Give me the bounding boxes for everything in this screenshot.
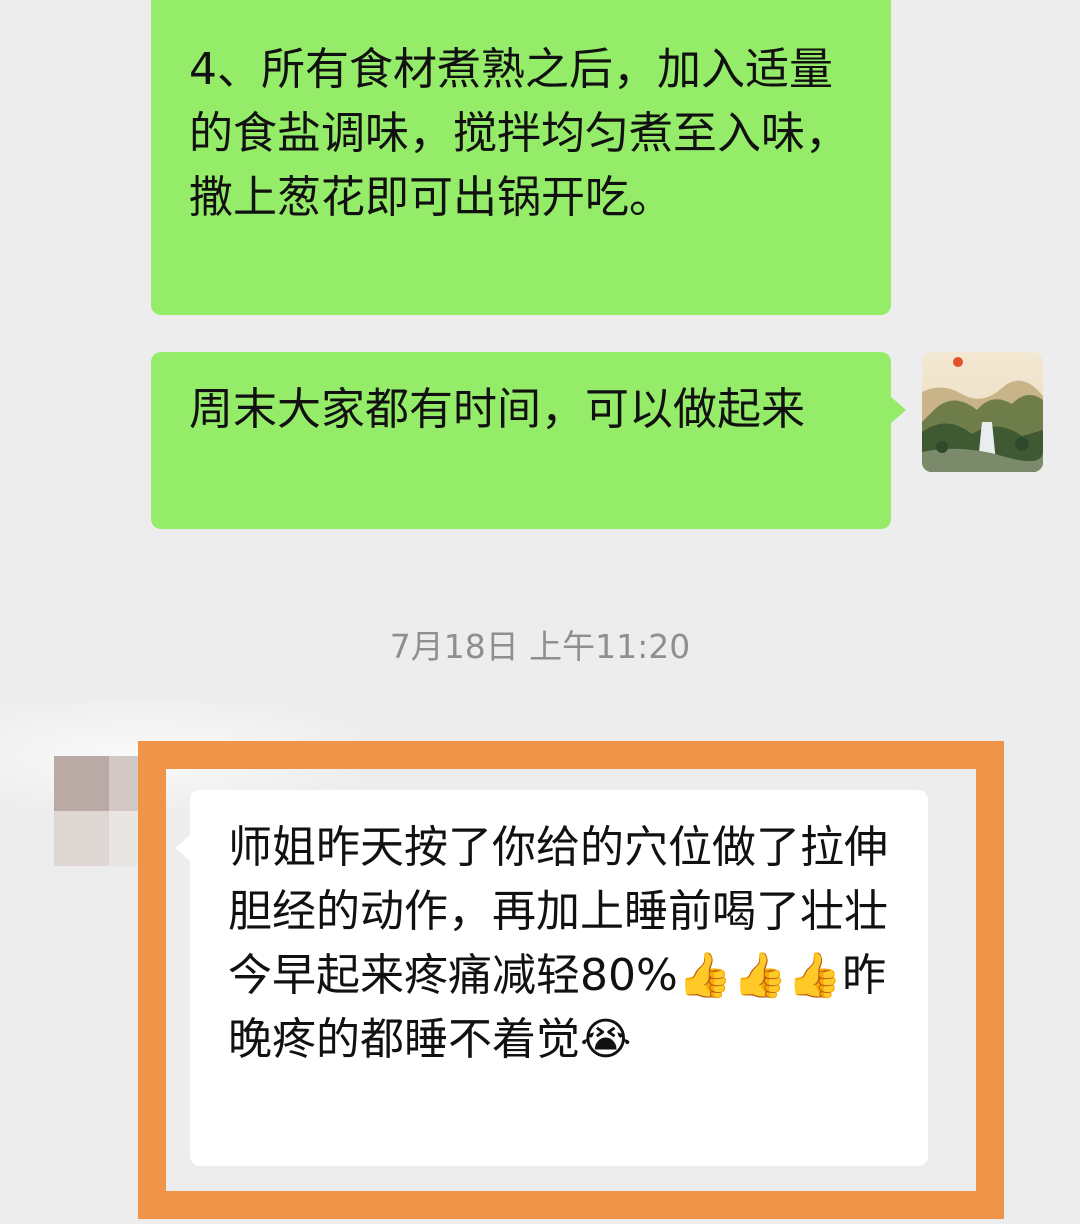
bubble-tail xyxy=(890,396,906,424)
landscape-painting-icon xyxy=(922,352,1043,472)
message-bubble-self-2[interactable]: 周末大家都有时间，可以做起来 xyxy=(151,352,891,529)
message-text: 周末大家都有时间，可以做起来 xyxy=(189,384,805,435)
message-text: 4、所有食材煮熟之后，加入适量的食盐调味，搅拌均匀煮至入味，撒上葱花即可出锅开吃… xyxy=(189,44,849,223)
message-timestamp: 7月18日 上午11:20 xyxy=(389,627,691,666)
self-avatar[interactable] xyxy=(922,352,1043,472)
highlight-annotation-box xyxy=(138,741,1004,1219)
message-bubble-self-1[interactable]: 4、所有食材煮熟之后，加入适量的食盐调味，搅拌均匀煮至入味，撒上葱花即可出锅开吃… xyxy=(151,0,891,315)
